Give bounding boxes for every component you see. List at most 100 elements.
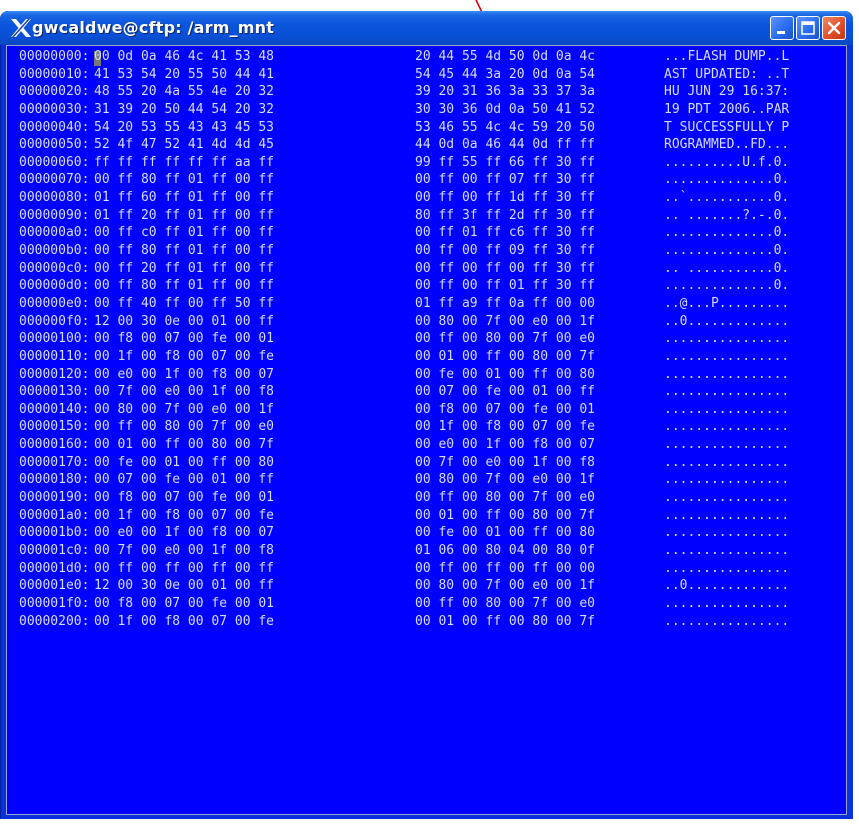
dump-address: 00000100: xyxy=(19,331,90,347)
hex-dump-view[interactable]: 00000000: 00 0d 0a 46 4c 41 53 48 20 44 55… xyxy=(6,45,847,815)
dump-hex-right: 99 ff 55 ff 66 ff 30 ff xyxy=(415,154,596,170)
dump-row: 00000080: 01 ff 60 ff 01 ff 00 ff 00 ff 00… xyxy=(19,189,838,207)
dump-hex-right: 00 e0 00 1f 00 f8 00 07 xyxy=(415,437,596,453)
dump-hex-left: 00 f8 00 07 00 fe 00 01 xyxy=(94,331,275,347)
dump-row: 00000200: 00 1f 00 f8 00 07 00 fe 00 01 00… xyxy=(19,613,838,631)
dump-address: 000001a0: xyxy=(19,507,90,523)
dump-hex-left: 00 ff c0 ff 01 ff 00 ff xyxy=(94,225,275,241)
dump-hex-left: 00 7f 00 e0 00 1f 00 f8 xyxy=(94,542,275,558)
dump-address: 00000120: xyxy=(19,366,90,382)
dump-hex-right: 39 20 31 36 3a 33 37 3a xyxy=(415,84,596,100)
dump-ascii: T SUCCESSFULLY P xyxy=(664,119,790,135)
dump-row: 000000e0: 00 ff 40 ff 00 ff 50 ff 01 ff a9… xyxy=(19,295,838,313)
dump-ascii: ..............0. xyxy=(664,243,790,259)
dump-row: 000000c0: 00 ff 20 ff 01 ff 00 ff 00 ff 00… xyxy=(19,260,838,278)
close-icon xyxy=(827,21,841,35)
minimize-button[interactable] xyxy=(770,16,794,40)
dump-address: 000000a0: xyxy=(19,225,90,241)
dump-address: 00000140: xyxy=(19,401,90,417)
dump-hex-left: 00 ff 00 ff 00 ff 00 ff xyxy=(94,560,275,576)
dump-address: 00000200: xyxy=(19,613,90,629)
dump-ascii: ................ xyxy=(664,613,790,629)
dump-hex-right: 80 ff 3f ff 2d ff 30 ff xyxy=(415,207,596,223)
dump-row: 000001d0: 00 ff 00 ff 00 ff 00 ff 00 ff 00… xyxy=(19,560,838,578)
dump-ascii: ................ xyxy=(664,490,790,506)
dump-hex-left: 01 ff 20 ff 01 ff 00 ff xyxy=(94,207,275,223)
dump-hex-left: 00 e0 00 1f 00 f8 00 07 xyxy=(94,525,275,541)
dump-address: 000000d0: xyxy=(19,278,90,294)
dump-hex-left: 00 1f 00 f8 00 07 00 fe xyxy=(94,613,275,629)
dump-ascii: ..............0. xyxy=(664,278,790,294)
dump-ascii: ..@...P......... xyxy=(664,295,790,311)
dump-address: 000001d0: xyxy=(19,560,90,576)
dump-hex-left: 00 f8 00 07 00 fe 00 01 xyxy=(94,490,275,506)
dump-hex-left: 00 f8 00 07 00 fe 00 01 xyxy=(94,595,275,611)
dump-hex-left: 52 4f 47 52 41 4d 4d 45 xyxy=(94,137,275,153)
dump-row: 000001a0: 00 1f 00 f8 00 07 00 fe 00 01 00… xyxy=(19,507,838,525)
dump-hex-left: 00 ff 80 ff 01 ff 00 ff xyxy=(94,243,275,259)
dump-hex-left: 00 07 00 fe 00 01 00 ff xyxy=(94,472,275,488)
dump-row: 00000140: 00 80 00 7f 00 e0 00 1f 00 f8 00… xyxy=(19,401,838,419)
dump-address: 00000040: xyxy=(19,119,90,135)
dump-row: 00000030: 31 39 20 50 44 54 20 32 30 30 36… xyxy=(19,101,838,119)
dump-hex-right: 01 ff a9 ff 0a ff 00 00 xyxy=(415,295,596,311)
dump-hex-right: 00 ff 00 80 00 7f 00 e0 xyxy=(415,490,596,506)
dump-address: 000000e0: xyxy=(19,295,90,311)
dump-ascii: ................ xyxy=(664,331,790,347)
dump-hex-left: 48 55 20 4a 55 4e 20 32 xyxy=(94,84,275,100)
dump-hex-right: 00 80 00 7f 00 e0 00 1f xyxy=(415,578,596,594)
dump-row: 00000040: 54 20 53 55 43 43 45 53 53 46 55… xyxy=(19,119,838,137)
dump-ascii: ................ xyxy=(664,419,790,435)
dump-address: 000000b0: xyxy=(19,243,90,259)
dump-hex-right: 00 80 00 7f 00 e0 00 1f xyxy=(415,313,596,329)
hex-dump: 00000000: 00 0d 0a 46 4c 41 53 48 20 44 55… xyxy=(19,48,838,806)
dump-row: 00000190: 00 f8 00 07 00 fe 00 01 00 ff 00… xyxy=(19,489,838,507)
dump-address: 00000060: xyxy=(19,154,90,170)
title-bar[interactable]: gwcaldwe@cftp: /arm_mnt xyxy=(0,11,853,45)
dump-row: 00000090: 01 ff 20 ff 01 ff 00 ff 80 ff 3f… xyxy=(19,207,838,225)
dump-address: 00000070: xyxy=(19,172,90,188)
dump-hex-right: 00 ff 00 ff 01 ff 30 ff xyxy=(415,278,596,294)
dump-row: 000000f0: 12 00 30 0e 00 01 00 ff 00 80 00… xyxy=(19,313,838,331)
dump-ascii: ..........U.f.0. xyxy=(664,154,790,170)
dump-hex-left: 31 39 20 50 44 54 20 32 xyxy=(94,101,275,117)
dump-address: 00000080: xyxy=(19,190,90,206)
dump-row: 00000100: 00 f8 00 07 00 fe 00 01 00 ff 00… xyxy=(19,330,838,348)
maximize-button[interactable] xyxy=(796,16,820,40)
dump-ascii: HU JUN 29 16:37: xyxy=(664,84,790,100)
dump-hex-right: 00 01 00 ff 00 80 00 7f xyxy=(415,613,596,629)
dump-hex-right: 00 01 00 ff 00 80 00 7f xyxy=(415,348,596,364)
dump-hex-right: 00 ff 00 80 00 7f 00 e0 xyxy=(415,595,596,611)
dump-address: 00000020: xyxy=(19,84,90,100)
dump-row: 00000180: 00 07 00 fe 00 01 00 ff 00 80 00… xyxy=(19,471,838,489)
dump-ascii: ................ xyxy=(664,384,790,400)
dump-ascii: ..`...........0. xyxy=(664,190,790,206)
dump-ascii: ..............0. xyxy=(664,225,790,241)
dump-ascii: ................ xyxy=(664,560,790,576)
dump-hex-right: 00 ff 00 ff 1d ff 30 ff xyxy=(415,190,596,206)
dump-hex-right: 00 80 00 7f 00 e0 00 1f xyxy=(415,472,596,488)
dump-row: 00000150: 00 ff 00 80 00 7f 00 e0 00 1f 00… xyxy=(19,418,838,436)
dump-address: 000000f0: xyxy=(19,313,90,329)
dump-hex-left: 00 ff 80 ff 01 ff 00 ff xyxy=(94,172,275,188)
dump-row: 00000130: 00 7f 00 e0 00 1f 00 f8 00 07 00… xyxy=(19,383,838,401)
dump-row: 000001f0: 00 f8 00 07 00 fe 00 01 00 ff 00… xyxy=(19,595,838,613)
close-button[interactable] xyxy=(822,16,846,40)
dump-row: 00000070: 00 ff 80 ff 01 ff 00 ff 00 ff 00… xyxy=(19,171,838,189)
dump-row: 00000060: ff ff ff ff ff ff aa ff 99 ff 55… xyxy=(19,154,838,172)
dump-ascii: .. .......?.-.0. xyxy=(664,207,790,223)
dump-hex-left: 12 00 30 0e 00 01 00 ff xyxy=(94,578,275,594)
dump-row: 00000170: 00 fe 00 01 00 ff 00 80 00 7f 00… xyxy=(19,454,838,472)
dump-ascii: ................ xyxy=(664,525,790,541)
dump-ascii: ..0............. xyxy=(664,313,790,329)
dump-row: 000000d0: 00 ff 80 ff 01 ff 00 ff 00 ff 00… xyxy=(19,277,838,295)
window-title: gwcaldwe@cftp: /arm_mnt xyxy=(32,18,275,37)
dump-hex-left: 00 ff 80 ff 01 ff 00 ff xyxy=(94,278,275,294)
dump-ascii: ................ xyxy=(664,348,790,364)
dump-ascii: ................ xyxy=(664,595,790,611)
dump-ascii: ................ xyxy=(664,542,790,558)
dump-ascii: ..............0. xyxy=(664,172,790,188)
dump-row: 00000000: 00 0d 0a 46 4c 41 53 48 20 44 55… xyxy=(19,48,838,66)
dump-hex-right: 20 44 55 4d 50 0d 0a 4c xyxy=(415,49,596,64)
dump-hex-left: 00 1f 00 f8 00 07 00 fe xyxy=(94,507,275,523)
